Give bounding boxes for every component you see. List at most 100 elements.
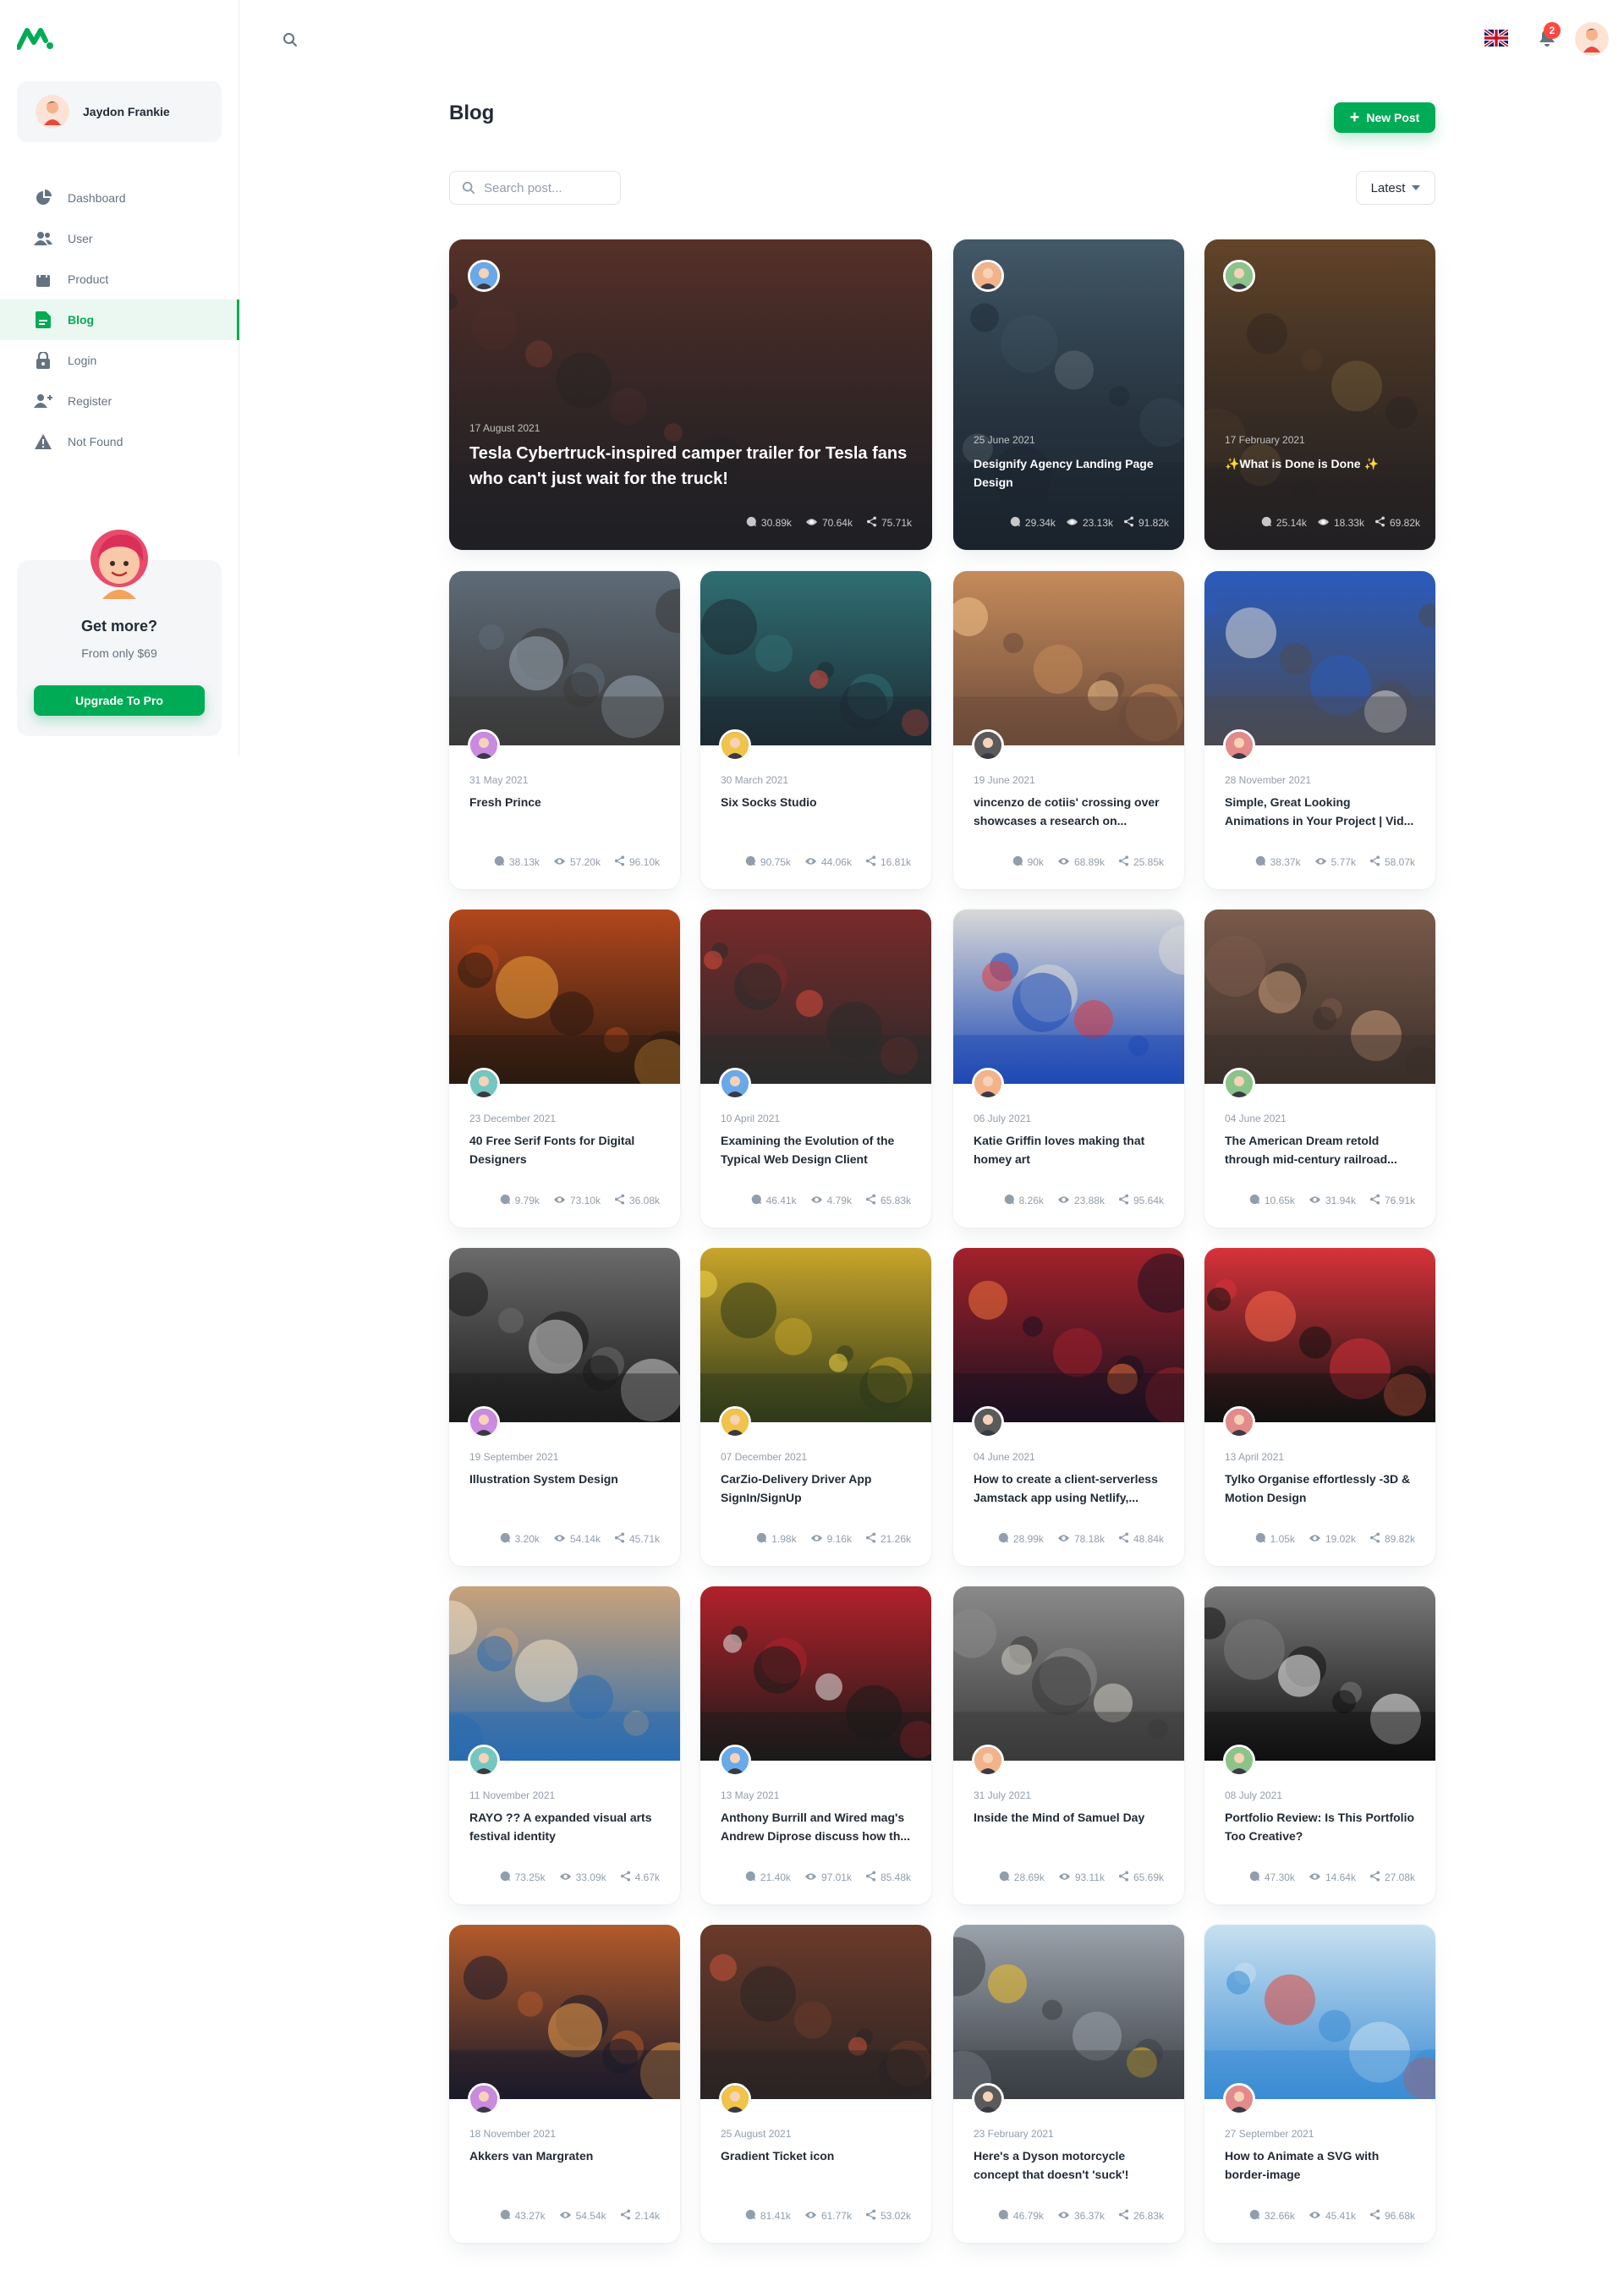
- post-title[interactable]: How to Animate a SVG with border-image: [1225, 2146, 1415, 2184]
- post-card[interactable]: 08 July 2021 Portfolio Review: Is This Po…: [1204, 1586, 1435, 1904]
- post-card[interactable]: 04 June 2021 The American Dream retold th…: [1204, 910, 1435, 1228]
- views-count: 23.88k: [1057, 1195, 1105, 1207]
- post-card[interactable]: 30 March 2021 Six Socks Studio 90.75k 44.06…: [700, 571, 931, 889]
- post-stats: 28.69k 93.11k 65.69k: [999, 1871, 1164, 1884]
- post-title[interactable]: Tesla Cybertruck-inspired camper trailer…: [469, 441, 912, 492]
- post-title[interactable]: Anthony Burrill and Wired mag's Andrew D…: [721, 1808, 911, 1845]
- views-count: 68.89k: [1057, 856, 1105, 869]
- post-card[interactable]: 13 May 2021 Anthony Burrill and Wired mag…: [700, 1586, 931, 1904]
- eye-icon: [1057, 1195, 1070, 1207]
- nav-item-blog[interactable]: Blog: [0, 300, 239, 340]
- logo-icon[interactable]: [17, 25, 54, 51]
- account-card[interactable]: Jaydon Frankie: [17, 81, 222, 142]
- uk-flag-icon[interactable]: [1483, 28, 1510, 48]
- comment-icon: [746, 516, 757, 530]
- avatar[interactable]: [1575, 22, 1609, 56]
- search-post-field[interactable]: [449, 171, 621, 205]
- post-stats: 1.05k 19.02k 89.82k: [1255, 1532, 1415, 1546]
- post-title[interactable]: Katie Griffin loves making that homey ar…: [974, 1131, 1164, 1168]
- search-input[interactable]: [484, 180, 602, 195]
- post-title[interactable]: Designify Agency Landing Page Design: [974, 454, 1164, 492]
- author-avatar: [972, 1068, 1004, 1100]
- post-card[interactable]: 11 November 2021 RAYO ?? A expanded visua…: [449, 1586, 680, 1904]
- shares-count: 27.08k: [1369, 1871, 1415, 1884]
- shares-count: 25.85k: [1118, 855, 1164, 869]
- post-title[interactable]: Inside the Mind of Samuel Day: [974, 1808, 1164, 1845]
- post-title[interactable]: Simple, Great Looking Animations in Your…: [1225, 793, 1415, 830]
- post-title[interactable]: RAYO ?? A expanded visual arts festival …: [469, 1808, 660, 1845]
- post-title[interactable]: ✨What is Done is Done ✨: [1225, 454, 1415, 492]
- shares-count: 48.84k: [1118, 1532, 1164, 1546]
- nav-item-user[interactable]: User: [0, 218, 239, 259]
- sort-select[interactable]: Latest: [1356, 171, 1435, 205]
- post-title[interactable]: Illustration System Design: [469, 1470, 660, 1507]
- post-card[interactable]: 25 June 2021 Designify Agency Landing Pag…: [953, 239, 1184, 550]
- eye-icon: [559, 1872, 572, 1884]
- shares-count: 91.82k: [1123, 516, 1169, 530]
- eye-icon: [1057, 1533, 1070, 1546]
- share-icon: [1118, 1871, 1129, 1884]
- post-title[interactable]: Akkers van Margraten: [469, 2146, 660, 2184]
- upgrade-button[interactable]: Upgrade To Pro: [34, 685, 205, 716]
- post-cover-image: [1204, 1248, 1435, 1422]
- shopping-bag-icon: [34, 270, 52, 289]
- post-card[interactable]: 17 August 2021 Tesla Cybertruck-inspired …: [449, 239, 932, 550]
- post-stats: 8.26k 23.88k 95.64k: [1004, 1194, 1164, 1207]
- comments-count: 73.25k: [500, 1871, 546, 1884]
- post-title[interactable]: CarZio-Delivery Driver App SignIn/SignUp: [721, 1470, 911, 1507]
- post-date: 31 July 2021: [974, 1789, 1032, 1801]
- post-title[interactable]: How to create a client-serverless Jamsta…: [974, 1470, 1164, 1507]
- post-title[interactable]: Tylko Organise effortlessly -3D & Motion…: [1225, 1470, 1415, 1507]
- post-card[interactable]: 13 April 2021 Tylko Organise effortlessly…: [1204, 1248, 1435, 1566]
- author-avatar: [468, 1406, 500, 1438]
- nav-item-dashboard[interactable]: Dashboard: [0, 178, 239, 218]
- post-date: 10 April 2021: [721, 1113, 781, 1124]
- nav-label: Blog: [68, 313, 95, 327]
- post-title[interactable]: vincenzo de cotiis' crossing over showca…: [974, 793, 1164, 830]
- post-card[interactable]: 31 July 2021 Inside the Mind of Samuel Da…: [953, 1586, 1184, 1904]
- post-stats: 28.99k 78.18k 48.84k: [998, 1532, 1164, 1546]
- post-title[interactable]: Here's a Dyson motorcycle concept that d…: [974, 2146, 1164, 2184]
- post-title[interactable]: Portfolio Review: Is This Portfolio Too …: [1225, 1808, 1415, 1845]
- post-title[interactable]: Fresh Prince: [469, 793, 660, 830]
- post-card[interactable]: 25 August 2021 Gradient Ticket icon 81.41k…: [700, 1925, 931, 2243]
- views-count: 61.77k: [804, 2210, 852, 2223]
- post-card[interactable]: 19 September 2021 Illustration System Des…: [449, 1248, 680, 1566]
- post-date: 28 November 2021: [1225, 774, 1312, 786]
- eye-icon: [804, 856, 817, 869]
- share-icon: [614, 1194, 625, 1207]
- eye-icon: [1317, 517, 1330, 530]
- nav-item-product[interactable]: Product: [0, 259, 239, 300]
- post-card[interactable]: 31 May 2021 Fresh Prince 38.13k 57.20k 96.10…: [449, 571, 680, 889]
- new-post-label: New Post: [1366, 111, 1420, 124]
- post-card[interactable]: 28 November 2021 Simple, Great Looking An…: [1204, 571, 1435, 889]
- nav-item-login[interactable]: Login: [0, 340, 239, 381]
- post-title[interactable]: 40 Free Serif Fonts for Digital Designer…: [469, 1131, 660, 1168]
- post-card[interactable]: 23 December 2021 40 Free Serif Fonts for …: [449, 910, 680, 1228]
- new-post-button[interactable]: + New Post: [1334, 102, 1435, 133]
- views-count: 19.02k: [1309, 1533, 1356, 1546]
- comment-icon: [998, 1532, 1009, 1546]
- post-cover-image: [449, 910, 680, 1093]
- post-title[interactable]: Six Socks Studio: [721, 793, 911, 830]
- views-count: 78.18k: [1057, 1533, 1105, 1546]
- post-card[interactable]: 27 September 2021 How to Animate a SVG wi…: [1204, 1925, 1435, 2243]
- post-card[interactable]: 06 July 2021 Katie Griffin loves making t…: [953, 910, 1184, 1228]
- post-card[interactable]: 10 April 2021 Examining the Evolution of …: [700, 910, 931, 1228]
- nav-item-not-found[interactable]: Not Found: [0, 421, 239, 462]
- post-card[interactable]: 18 November 2021 Akkers van Margraten 43.2…: [449, 1925, 680, 2243]
- post-date: 13 May 2021: [721, 1789, 780, 1801]
- post-title[interactable]: Examining the Evolution of the Typical W…: [721, 1131, 911, 1168]
- nav-item-register[interactable]: Register: [0, 381, 239, 421]
- post-card[interactable]: 19 June 2021 vincenzo de cotiis' crossing…: [953, 571, 1184, 889]
- post-title[interactable]: The American Dream retold through mid-ce…: [1225, 1131, 1415, 1168]
- post-card[interactable]: 23 February 2021 Here's a Dyson motorcycl…: [953, 1925, 1184, 2243]
- post-title[interactable]: Gradient Ticket icon: [721, 2146, 911, 2184]
- comments-count: 43.27k: [500, 2209, 546, 2223]
- post-card[interactable]: 17 February 2021 ✨What is Done is Done ✨ 2…: [1204, 239, 1435, 550]
- post-date: 27 September 2021: [1225, 2128, 1314, 2140]
- post-cover-image: [449, 571, 680, 745]
- post-card[interactable]: 04 June 2021 How to create a client-serve…: [953, 1248, 1184, 1566]
- post-card[interactable]: 07 December 2021 CarZio-Delivery Driver A…: [700, 1248, 931, 1566]
- search-icon[interactable]: [277, 27, 303, 52]
